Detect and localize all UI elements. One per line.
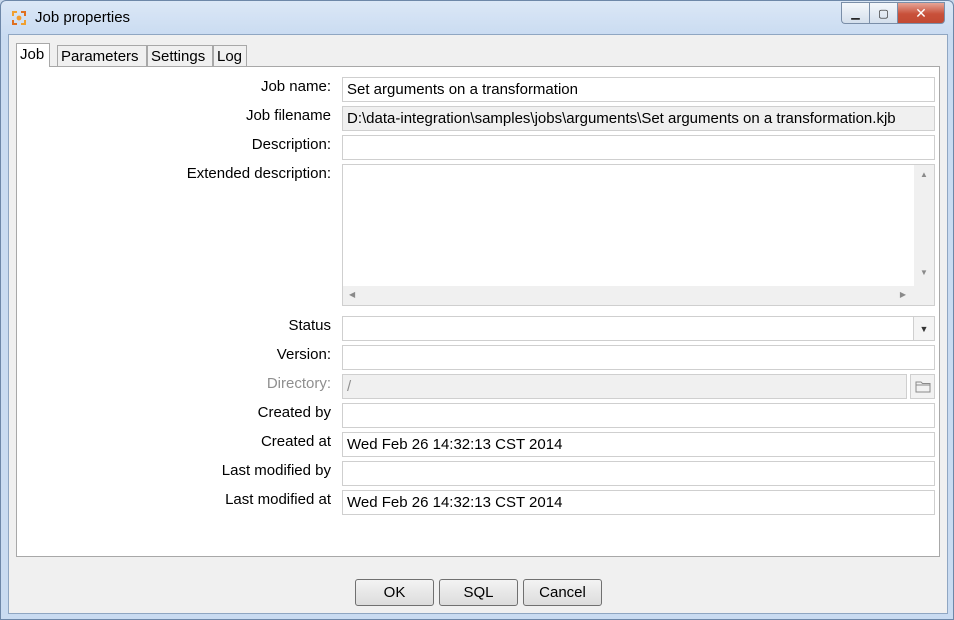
- description-label: Description:: [251, 136, 331, 153]
- tab-parameters[interactable]: Parameters: [57, 45, 147, 67]
- cancel-button[interactable]: Cancel: [523, 579, 602, 606]
- scroll-down-icon[interactable]: ▼: [920, 268, 928, 277]
- window-title: Job properties: [35, 9, 131, 26]
- scroll-right-icon[interactable]: ▶: [900, 290, 906, 299]
- horizontal-scrollbar[interactable]: ◀ ▶: [343, 286, 934, 305]
- sql-button[interactable]: SQL: [439, 579, 518, 606]
- tab-job[interactable]: Job: [16, 43, 50, 67]
- version-input[interactable]: [342, 345, 935, 370]
- folder-icon: [915, 381, 930, 393]
- extended-description-textarea[interactable]: ▲ ▼ ◀ ▶: [342, 164, 935, 306]
- dialog-body: Job Parameters Settings Log Job name: Se…: [8, 34, 948, 614]
- created-at-label: Created at: [260, 433, 331, 450]
- browse-directory-button[interactable]: [910, 374, 935, 399]
- tab-label: Settings: [151, 48, 206, 65]
- tab-label: Log: [217, 48, 243, 65]
- tab-label: Job: [20, 46, 45, 63]
- last-modified-at-label: Last modified at: [225, 491, 331, 508]
- maximize-button[interactable]: ▢: [869, 2, 897, 24]
- window-controls: ▁ ▢ ✕: [841, 2, 945, 24]
- status-label: Status: [288, 317, 331, 334]
- job-name-input[interactable]: Set arguments on a transformation: [342, 77, 935, 102]
- ok-button[interactable]: OK: [355, 579, 434, 606]
- version-label: Version:: [276, 346, 331, 363]
- job-properties-window: Job properties ▁ ▢ ✕ Job Parameters Sett…: [0, 0, 954, 620]
- minimize-button[interactable]: ▁: [841, 2, 869, 24]
- description-input[interactable]: [342, 135, 935, 160]
- chevron-down-icon[interactable]: ▼: [913, 317, 934, 340]
- tab-settings[interactable]: Settings: [147, 45, 213, 67]
- job-name-label: Job name:: [260, 78, 331, 95]
- directory-label: Directory:: [266, 375, 331, 392]
- last-modified-by-label: Last modified by: [221, 462, 331, 479]
- job-filename-field: D:\data-integration\samples\jobs\argumen…: [342, 106, 935, 131]
- last-modified-by-input[interactable]: [342, 461, 935, 486]
- tab-label: Parameters: [61, 48, 139, 65]
- created-by-label: Created by: [257, 404, 331, 421]
- scroll-left-icon[interactable]: ◀: [349, 290, 355, 299]
- scroll-up-icon[interactable]: ▲: [920, 170, 928, 179]
- status-combobox[interactable]: ▼: [342, 316, 935, 341]
- job-tab-panel: Job name: Set arguments on a transformat…: [16, 66, 940, 557]
- app-icon: [12, 11, 26, 25]
- minimize-icon: ▁: [851, 7, 860, 20]
- extended-description-label: Extended description:: [186, 165, 331, 182]
- maximize-icon: ▢: [878, 7, 889, 20]
- close-button[interactable]: ✕: [897, 2, 945, 24]
- close-icon: ✕: [915, 4, 927, 21]
- job-filename-label: Job filename: [245, 107, 331, 124]
- vertical-scrollbar[interactable]: ▲ ▼: [914, 165, 934, 287]
- title-bar[interactable]: Job properties ▁ ▢ ✕: [1, 1, 953, 35]
- tab-log[interactable]: Log: [213, 45, 247, 67]
- last-modified-at-input[interactable]: Wed Feb 26 14:32:13 CST 2014: [342, 490, 935, 515]
- created-at-input[interactable]: Wed Feb 26 14:32:13 CST 2014: [342, 432, 935, 457]
- directory-field: /: [342, 374, 907, 399]
- created-by-input[interactable]: [342, 403, 935, 428]
